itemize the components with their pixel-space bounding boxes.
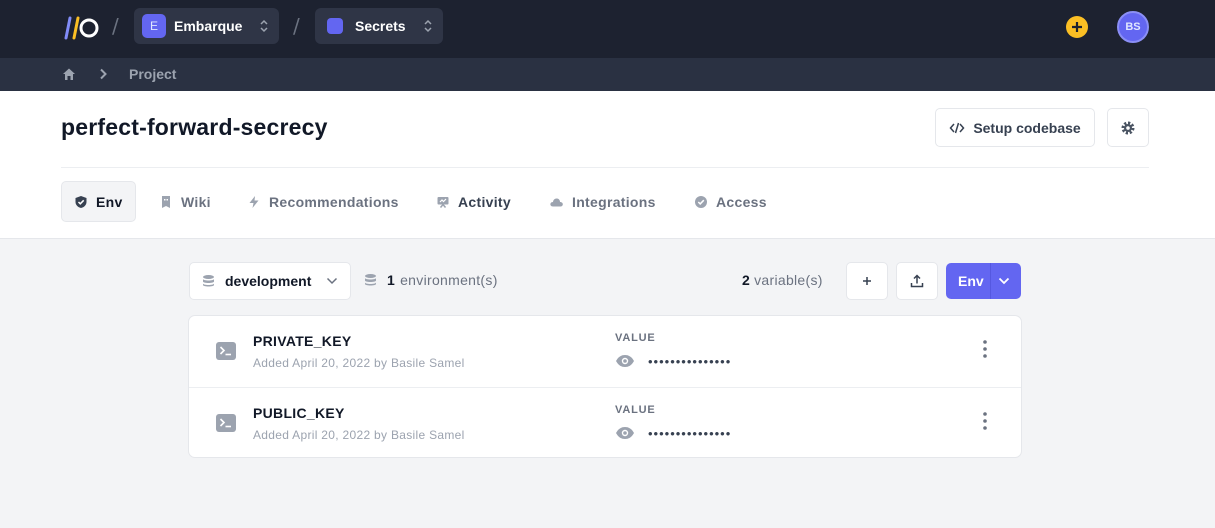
tab-env[interactable]: Env xyxy=(61,181,136,222)
tab-wiki[interactable]: Wiki xyxy=(159,181,211,222)
tab-access[interactable]: Access xyxy=(694,181,767,222)
add-variable-button[interactable] xyxy=(846,262,888,300)
avatar[interactable]: BS xyxy=(1117,11,1149,43)
breadcrumb-project[interactable]: Project xyxy=(129,66,176,82)
list-item[interactable]: PRIVATE_KEY Added April 20, 2022 by Basi… xyxy=(189,316,1021,387)
org-initial-badge: E xyxy=(142,14,166,38)
tab-activity[interactable]: Activity xyxy=(436,181,511,222)
variable-count-label: variable(s) xyxy=(754,272,823,288)
tab-label: Integrations xyxy=(572,193,656,210)
selector-icon xyxy=(260,19,268,33)
header-divider xyxy=(61,167,1149,168)
list-item[interactable]: PUBLIC_KEY Added April 20, 2022 by Basil… xyxy=(189,387,1021,458)
app-logo-icon[interactable] xyxy=(60,14,100,42)
environment-count-label: environment(s) xyxy=(400,272,498,288)
value-label: VALUE xyxy=(615,332,656,344)
more-vertical-icon[interactable] xyxy=(983,340,987,358)
tab-integrations[interactable]: Integrations xyxy=(549,181,656,222)
database-icon xyxy=(365,274,376,286)
terminal-icon xyxy=(216,342,236,360)
cloud-icon xyxy=(550,197,563,206)
tab-label: Access xyxy=(716,193,767,210)
variable-meta: Added April 20, 2022 by Basile Samel xyxy=(253,356,465,370)
variable-meta: Added April 20, 2022 by Basile Samel xyxy=(253,428,465,442)
env-action-button[interactable]: Env xyxy=(946,263,1021,299)
value-label: VALUE xyxy=(615,404,656,416)
environment-count-number: 1 xyxy=(387,272,396,288)
home-icon[interactable] xyxy=(62,67,76,81)
environment-count: 1 environment(s) xyxy=(364,272,498,288)
upload-button[interactable] xyxy=(896,262,938,300)
badge-check-icon xyxy=(695,195,707,208)
settings-button[interactable] xyxy=(1107,108,1149,147)
code-icon xyxy=(949,122,965,133)
separator-slash: / xyxy=(293,14,300,38)
separator-slash: / xyxy=(112,14,119,38)
more-vertical-icon[interactable] xyxy=(983,412,987,430)
eye-icon[interactable] xyxy=(615,426,635,440)
gear-icon xyxy=(1121,121,1135,134)
selector-icon xyxy=(424,19,432,33)
setup-codebase-label: Setup codebase xyxy=(973,119,1081,136)
shield-check-icon xyxy=(75,195,87,208)
app-color-square xyxy=(327,18,343,34)
app-switcher[interactable]: Secrets xyxy=(315,8,443,44)
page-title: perfect-forward-secrecy xyxy=(61,114,328,140)
org-name: Embarque xyxy=(174,18,243,34)
variable-count: 2 variable(s) xyxy=(742,272,823,288)
environment-select[interactable]: development xyxy=(189,262,351,300)
presentation-icon xyxy=(437,196,449,208)
book-icon xyxy=(162,195,170,208)
tab-label: Activity xyxy=(458,193,511,210)
breadcrumb xyxy=(0,58,1215,91)
app-name: Secrets xyxy=(355,18,406,34)
tab-label: Env xyxy=(96,193,123,210)
lightning-icon xyxy=(249,195,259,208)
upload-icon xyxy=(910,274,924,288)
chevron-down-icon xyxy=(326,277,338,285)
setup-codebase-button[interactable]: Setup codebase xyxy=(935,108,1095,147)
org-switcher[interactable]: E Embarque xyxy=(134,8,279,44)
plus-icon xyxy=(863,277,871,285)
chevron-right-icon xyxy=(100,68,107,80)
environment-select-value: development xyxy=(225,273,312,289)
variables-list: PRIVATE_KEY Added April 20, 2022 by Basi… xyxy=(188,315,1022,458)
eye-icon[interactable] xyxy=(615,354,635,368)
tab-recommendations[interactable]: Recommendations xyxy=(247,181,399,222)
variable-name: PUBLIC_KEY xyxy=(253,405,345,421)
variable-name: PRIVATE_KEY xyxy=(253,333,352,349)
masked-value: ••••••••••••••• xyxy=(648,354,732,369)
add-plus-icon[interactable] xyxy=(1066,16,1088,38)
variable-count-number: 2 xyxy=(742,272,751,288)
terminal-icon xyxy=(216,414,236,432)
masked-value: ••••••••••••••• xyxy=(648,426,732,441)
database-icon xyxy=(203,275,214,287)
env-button-label: Env xyxy=(958,273,984,289)
tab-label: Recommendations xyxy=(269,193,399,210)
tab-label: Wiki xyxy=(181,193,211,210)
chevron-down-icon[interactable] xyxy=(998,277,1010,285)
button-divider xyxy=(990,263,991,299)
